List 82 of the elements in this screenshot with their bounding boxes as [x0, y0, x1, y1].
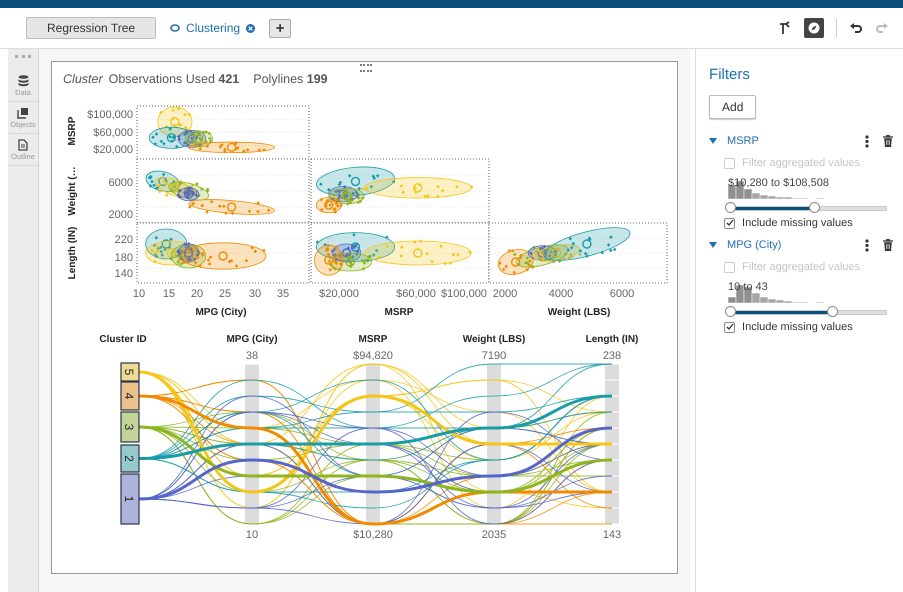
tick-label: 6000	[610, 288, 634, 300]
tick-label: 10	[132, 288, 146, 300]
slider-thumb[interactable]	[725, 306, 736, 317]
more-icon[interactable]	[865, 134, 869, 148]
cluster-bar[interactable]: 5	[120, 362, 140, 382]
database-icon	[18, 75, 29, 87]
tick-label: 25	[218, 288, 232, 300]
slider-thumb[interactable]	[827, 306, 838, 317]
axis-title: Length (IN)	[586, 334, 638, 345]
axis-title: MSRP	[67, 116, 78, 146]
tick-label: 2000	[492, 288, 518, 300]
axis-title: Length (IN)	[67, 226, 78, 280]
axis-title: Cluster ID	[99, 334, 147, 345]
add-tab-button[interactable]: +	[269, 18, 292, 38]
tick-label: $100,000	[441, 288, 487, 300]
axis-min-label: 2035	[482, 529, 506, 541]
tick-label: 15	[162, 288, 176, 300]
tick-label: 20	[190, 288, 204, 300]
trash-icon[interactable]	[883, 135, 893, 147]
branch-icon[interactable]	[778, 21, 792, 35]
axis-title: Weight (LBS)	[548, 307, 610, 318]
slider-thumb[interactable]	[808, 202, 820, 213]
drag-handle[interactable]	[360, 64, 372, 72]
axis-title: MPG (City)	[195, 307, 247, 318]
panel-title: Filters	[709, 66, 751, 83]
tick-label: 2000	[108, 209, 134, 221]
stat-text: Observations Used 421	[108, 72, 240, 88]
slider-thumb[interactable]	[725, 202, 736, 213]
axis-min-label: 10	[246, 529, 258, 541]
range-label: $10,280 to $108,508	[728, 177, 829, 189]
checkbox[interactable]	[724, 322, 736, 332]
caret-icon[interactable]	[709, 138, 718, 144]
close-icon[interactable]	[246, 24, 256, 32]
tick-label: 35	[276, 288, 290, 300]
add-button[interactable]: Add	[709, 95, 756, 119]
axis-title: MSRP	[384, 307, 414, 318]
cluster-bar[interactable]: 1	[120, 473, 140, 525]
axis-max-label: 7190	[482, 350, 506, 362]
tick-label: 30	[248, 288, 262, 300]
axis-min-label: 143	[602, 529, 622, 541]
report-tab[interactable]: Regression Tree	[26, 17, 156, 39]
compass-icon	[808, 22, 820, 34]
checkbox-label: Include missing values	[742, 321, 853, 333]
axis-title: Weight (…	[67, 166, 78, 216]
stat-text: Polylines 199	[253, 72, 328, 88]
tick-label: 6000	[108, 177, 134, 189]
tick-label: 4000	[548, 288, 574, 300]
report-tab[interactable]: Clustering	[166, 18, 260, 38]
caret-icon[interactable]	[709, 242, 718, 248]
tick-label: $20,000	[93, 144, 134, 156]
checkbox[interactable]	[724, 218, 736, 228]
more-icon[interactable]	[865, 238, 869, 252]
undo-icon[interactable]	[849, 21, 863, 35]
checkbox-label: Filter aggregated values	[742, 261, 860, 273]
checkbox-label: Filter aggregated values	[742, 157, 860, 169]
cluster-bar[interactable]: 2	[120, 444, 140, 473]
checkbox-label: Include missing values	[742, 217, 853, 229]
tick-label: $60,000	[93, 127, 134, 139]
chart-title: Cluster	[63, 72, 103, 88]
filter-name[interactable]: MSRP	[727, 135, 857, 147]
axis-title: MPG (City)	[226, 334, 278, 345]
compass-button[interactable]	[804, 18, 824, 38]
tick-label: $20,000	[319, 288, 359, 300]
add-object-icon	[17, 107, 30, 119]
cluster-bar[interactable]: 3	[120, 411, 140, 443]
filter-name[interactable]: MPG (City)	[727, 239, 857, 251]
axis-title: Weight (LBS)	[462, 334, 526, 345]
axis-max-label: 38	[246, 350, 258, 362]
tick-label: $100,000	[87, 109, 134, 121]
document-icon	[18, 139, 28, 151]
axis-max-label: 238	[602, 350, 622, 362]
eye-icon	[170, 24, 180, 32]
axis-min-label: $10,280	[353, 529, 393, 541]
cluster-bar[interactable]: 4	[120, 381, 140, 411]
tick-label: 140	[114, 268, 134, 280]
trash-icon[interactable]	[883, 239, 893, 251]
range-label: 10 to 43	[728, 281, 768, 293]
tick-label: $60,000	[396, 288, 436, 300]
axis-max-label: $94,820	[353, 350, 393, 362]
tick-label: 180	[114, 252, 134, 264]
axis-title: MSRP	[358, 334, 388, 345]
tick-label: 220	[114, 234, 134, 246]
